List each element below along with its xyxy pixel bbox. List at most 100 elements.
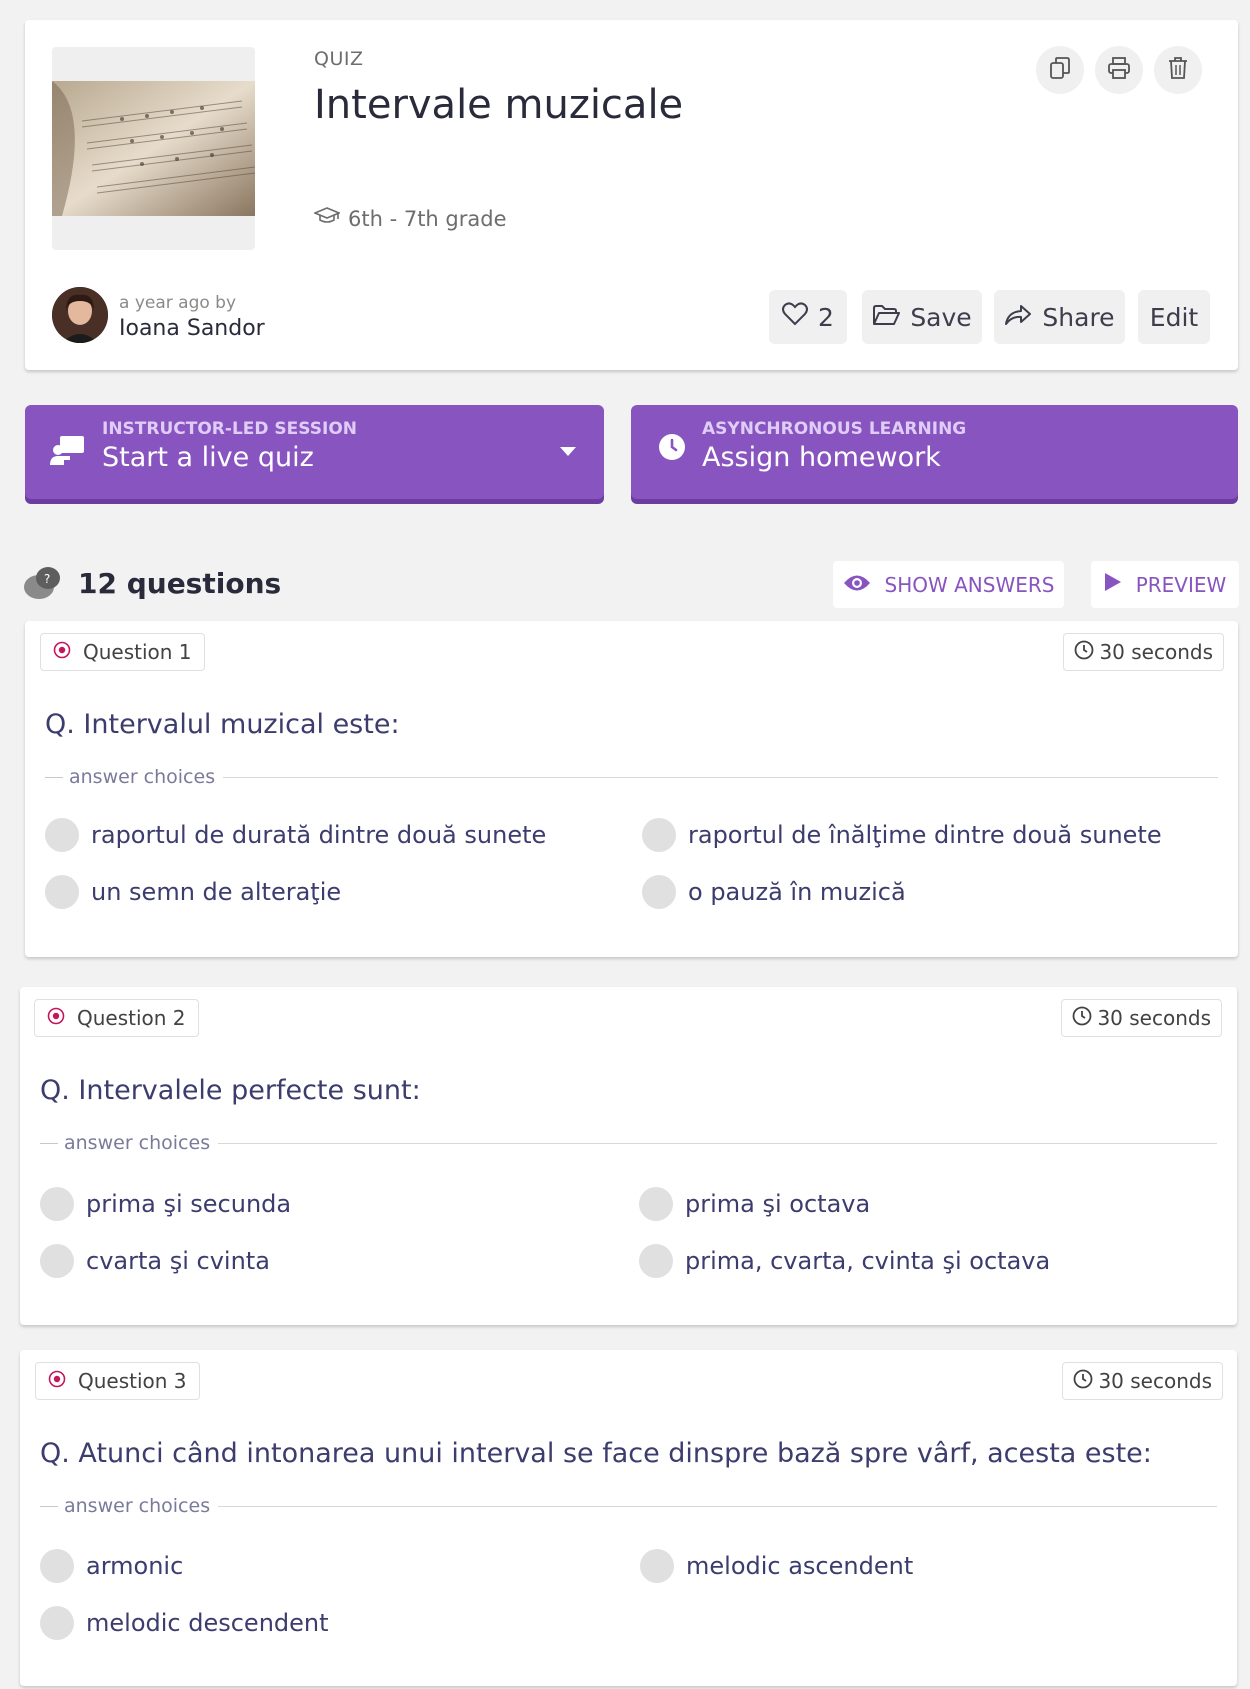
option-text: melodic ascendent: [686, 1552, 914, 1580]
time-tag: 30 seconds: [1062, 1362, 1223, 1400]
option-text: prima şi secunda: [86, 1190, 292, 1218]
option-radio[interactable]: [642, 818, 676, 852]
time-tag: 30 seconds: [1063, 633, 1224, 671]
delete-button[interactable]: [1154, 46, 1202, 94]
answer-choices-divider: answer choices: [45, 764, 1218, 790]
homework-label: Assign homework: [702, 442, 941, 473]
option-radio[interactable]: [40, 1549, 74, 1583]
answer-option[interactable]: prima şi secunda: [40, 1187, 291, 1221]
share-icon: [1004, 303, 1032, 332]
question-card: Question 2 30 seconds Q. Intervalele per…: [20, 987, 1237, 1325]
option-radio[interactable]: [40, 1244, 74, 1278]
answer-choices-label: answer choices: [64, 1495, 211, 1517]
question-number: Question 3: [78, 1369, 187, 1393]
option-text: melodic descendent: [86, 1609, 329, 1637]
option-radio[interactable]: [40, 1187, 74, 1221]
assign-homework-button[interactable]: ASYNCHRONOUS LEARNING Assign homework: [631, 405, 1238, 499]
printer-icon: [1107, 57, 1131, 83]
quiz-thumbnail: [52, 47, 255, 250]
answer-option[interactable]: cvarta şi cvinta: [40, 1244, 270, 1278]
question-number: Question 1: [83, 640, 192, 664]
question-tag: Question 1: [40, 633, 205, 671]
answer-option[interactable]: raportul de înălţime dintre două sunete: [642, 818, 1162, 852]
option-text: o pauză în muzică: [688, 878, 906, 906]
option-text: prima şi octava: [685, 1190, 871, 1218]
print-button[interactable]: [1095, 46, 1143, 94]
presentation-icon: [50, 435, 86, 471]
answer-option[interactable]: un semn de alteraţie: [45, 875, 341, 909]
answer-option[interactable]: melodic descendent: [40, 1606, 329, 1640]
clock-outline-icon: [1072, 1006, 1092, 1031]
start-live-quiz-button[interactable]: INSTRUCTOR-LED SESSION Start a live quiz: [25, 405, 604, 499]
svg-text:?: ?: [44, 572, 50, 586]
graduation-cap-icon: [312, 206, 342, 231]
edit-label: Edit: [1149, 302, 1199, 332]
question-text: Q. Intervalele perfecte sunt:: [40, 1075, 421, 1106]
option-radio[interactable]: [642, 875, 676, 909]
option-radio[interactable]: [639, 1244, 673, 1278]
caret-down-icon[interactable]: [559, 443, 577, 462]
like-button[interactable]: 2: [769, 290, 847, 344]
answer-choices-label: answer choices: [69, 766, 216, 788]
save-button[interactable]: Save: [862, 290, 982, 344]
time-limit: 30 seconds: [1097, 1006, 1211, 1030]
grade-level: 6th - 7th grade: [312, 206, 507, 231]
question-count: 12 questions: [78, 567, 282, 600]
option-text: raportul de durată dintre două sunete: [91, 821, 547, 849]
homework-kicker: ASYNCHRONOUS LEARNING: [702, 419, 967, 439]
question-bubbles-icon: ?: [23, 565, 61, 605]
show-answers-label: SHOW ANSWERS: [884, 572, 1055, 597]
option-radio[interactable]: [45, 818, 79, 852]
option-text: prima, cvarta, cvinta şi octava: [685, 1247, 1051, 1275]
radio-target-icon: [53, 640, 71, 664]
play-icon: [1104, 572, 1122, 597]
answer-option[interactable]: prima şi octava: [639, 1187, 870, 1221]
grade-text: 6th - 7th grade: [348, 206, 507, 231]
live-label: Start a live quiz: [102, 442, 314, 473]
heart-icon: [782, 302, 809, 332]
author-avatar[interactable]: [52, 287, 108, 343]
edit-button[interactable]: Edit: [1138, 290, 1210, 344]
copy-icon: [1049, 56, 1071, 84]
answer-choices-divider: answer choices: [40, 1130, 1217, 1156]
radio-target-icon: [47, 1006, 65, 1030]
option-text: armonic: [86, 1552, 184, 1580]
show-answers-button[interactable]: SHOW ANSWERS: [833, 561, 1064, 608]
preview-button[interactable]: PREVIEW: [1091, 561, 1239, 608]
preview-label: PREVIEW: [1135, 572, 1227, 597]
share-button[interactable]: Share: [994, 290, 1125, 344]
option-radio[interactable]: [45, 875, 79, 909]
created-time: a year ago by: [119, 293, 237, 313]
live-kicker: INSTRUCTOR-LED SESSION: [102, 419, 358, 439]
question-text: Q. Intervalul muzical este:: [45, 709, 400, 740]
clock-outline-icon: [1073, 1369, 1093, 1394]
folder-icon: [872, 303, 901, 332]
radio-target-icon: [48, 1369, 66, 1393]
option-text: raportul de înălţime dintre două sunete: [688, 821, 1162, 849]
question-card: Question 3 30 seconds Q. Atunci când int…: [20, 1350, 1237, 1686]
answer-option[interactable]: raportul de durată dintre două sunete: [45, 818, 546, 852]
clock-icon: [658, 433, 686, 465]
trash-icon: [1168, 56, 1188, 84]
question-tag: Question 3: [35, 1362, 200, 1400]
eye-icon: [843, 573, 871, 597]
answer-choices-divider: answer choices: [40, 1493, 1217, 1519]
time-tag: 30 seconds: [1061, 999, 1222, 1037]
option-text: cvarta şi cvinta: [86, 1247, 270, 1275]
option-radio[interactable]: [640, 1549, 674, 1583]
option-radio[interactable]: [639, 1187, 673, 1221]
option-radio[interactable]: [40, 1606, 74, 1640]
option-text: un semn de alteraţie: [91, 878, 342, 906]
answer-option[interactable]: prima, cvarta, cvinta şi octava: [639, 1244, 1050, 1278]
quiz-title: Intervale muzicale: [314, 82, 684, 128]
answer-choices-label: answer choices: [64, 1132, 211, 1154]
duplicate-button[interactable]: [1036, 46, 1084, 94]
answer-option[interactable]: armonic: [40, 1549, 183, 1583]
author-name[interactable]: Ioana Sandor: [119, 316, 265, 341]
answer-option[interactable]: melodic ascendent: [640, 1549, 913, 1583]
save-label: Save: [910, 302, 972, 332]
like-count: 2: [818, 302, 834, 332]
question-number: Question 2: [77, 1006, 186, 1030]
share-label: Share: [1042, 302, 1115, 332]
answer-option[interactable]: o pauză în muzică: [642, 875, 906, 909]
